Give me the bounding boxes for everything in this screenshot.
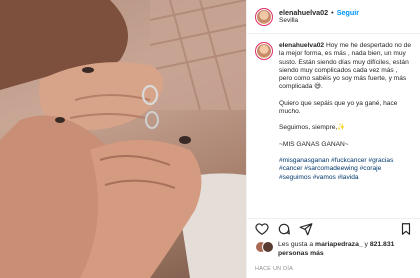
caption-paragraph-3: Seguimos, siempre,✨ (279, 124, 346, 132)
caption-hashtags[interactable]: #misganasganan #fuckcancer #gracias #can… (279, 157, 412, 182)
caption-avatar[interactable] (255, 42, 273, 60)
likes-text: Les gusta a mariapedraza_ y 821.831 pers… (278, 241, 418, 258)
caption-paragraph-2: Quiero que sepáis que yo ya gané, hace m… (279, 99, 398, 116)
post-side-panel: elenahuelva02 • Seguir Sevilla elenahuel… (246, 0, 420, 278)
separator-dot: • (331, 7, 334, 17)
caption-paragraph-1: Hoy me he despertado no de la mejor form… (279, 42, 411, 91)
likes-prefix: Les gusta a (278, 241, 316, 248)
caption-username[interactable]: elenahuelva02 (279, 42, 324, 49)
like-heart-icon[interactable] (255, 222, 269, 236)
share-send-icon[interactable] (299, 222, 313, 236)
likes-summary: Les gusta a mariapedraza_ y 821.831 pers… (255, 241, 418, 258)
post-header: elenahuelva02 • Seguir Sevilla (247, 0, 420, 34)
comment-icon[interactable] (277, 222, 291, 236)
follow-button[interactable]: Seguir (337, 8, 359, 17)
hands-photo-illustration (0, 0, 246, 278)
caption-area: elenahuelva02 Hoy me he despertado no de… (247, 34, 420, 182)
liker-avatar-2[interactable] (262, 241, 274, 253)
post-photo[interactable] (0, 0, 246, 278)
caption-text: elenahuelva02 Hoy me he despertado no de… (279, 42, 412, 182)
save-bookmark-icon[interactable] (399, 222, 413, 236)
author-username[interactable]: elenahuelva02 (279, 8, 328, 17)
liker-username[interactable]: mariapedraza_ (315, 241, 363, 248)
author-avatar[interactable] (255, 7, 273, 26)
caption-paragraph-4: ~MIS GANAS GANAN~ (279, 140, 349, 148)
post-timestamp[interactable]: HACE UN DÍA (255, 266, 293, 272)
action-bar (247, 218, 420, 238)
likes-middle: y (362, 241, 370, 248)
post-location[interactable]: Sevilla (279, 17, 359, 24)
